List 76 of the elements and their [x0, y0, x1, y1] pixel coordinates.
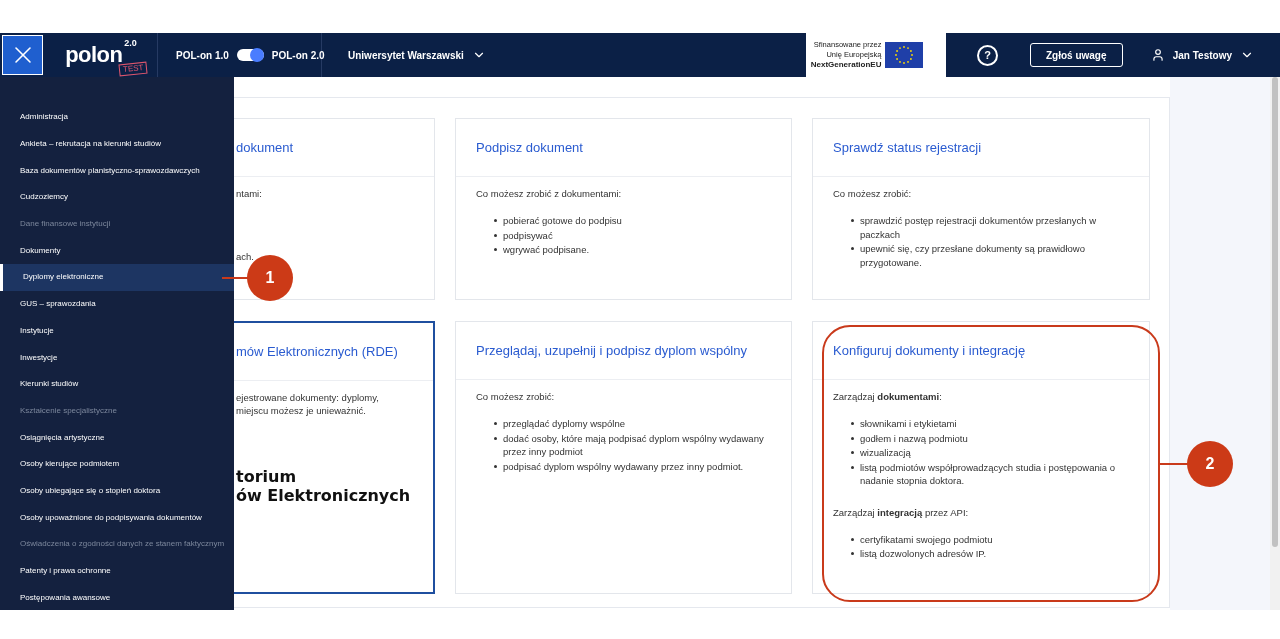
- bullet-icon: [851, 537, 854, 541]
- card[interactable]: mów Elektronicznych (RDE) ejestrowane dokumenty: dyplomy, miejscu możesz je unieważnić. torium ów Elektronicznych: [234, 321, 435, 594]
- scrollbar[interactable]: [1270, 77, 1280, 610]
- card-text: ntami:: [236, 187, 263, 200]
- card-title[interactable]: Podpisz dokument: [476, 137, 583, 158]
- menu-item[interactable]: Ankieta – rekrutacja na kierunki studiów: [0, 130, 234, 158]
- bullet-icon: [851, 422, 854, 425]
- help-button[interactable]: ?: [977, 44, 999, 66]
- card-text: Co możesz zrobić:: [833, 187, 913, 200]
- logo-text: ów Elektronicznych: [236, 486, 412, 505]
- card-title[interactable]: mów Elektronicznych (RDE): [236, 341, 398, 362]
- menu-item[interactable]: Administracja: [0, 104, 234, 131]
- card-text: Co możesz zrobić:: [476, 390, 556, 403]
- menu-item[interactable]: Postępowania awansowe: [0, 584, 234, 612]
- menu-item[interactable]: Inwestycje: [0, 344, 234, 371]
- menu-item[interactable]: Osiągnięcia artystyczne: [0, 424, 234, 451]
- card[interactable]: [455, 321, 792, 594]
- card-title[interactable]: dokument: [236, 137, 294, 158]
- menu-item[interactable]: Instytucje: [0, 317, 234, 345]
- menu-item[interactable]: Patenty i prawa ochronne: [0, 557, 234, 585]
- bullet-icon: [851, 219, 854, 222]
- leader-line: [1160, 463, 1188, 465]
- bullet-icon: [851, 451, 854, 454]
- list-item: wgrywać podpisane.: [503, 243, 590, 257]
- list-item: godłem i nazwą podmiotu: [860, 431, 968, 445]
- user-menu[interactable]: Jan Testowy: [1122, 33, 1280, 77]
- card-title[interactable]: Konfiguruj dokumenty i integrację: [833, 340, 1026, 361]
- version-label: POL-on 1.0: [176, 48, 229, 63]
- card-text: ach.: [236, 250, 255, 263]
- feedback-button[interactable]: Zgłoś uwagę: [1029, 43, 1123, 67]
- card[interactable]: Podpisz dokument Co możesz zrobić z dokumentami: pobierać gotowe do podpisu podpisywać wgrywać podpisane.: [455, 118, 792, 300]
- bullet-icon: [494, 422, 497, 425]
- card-title[interactable]: Sprawdź status rejestracji: [833, 137, 982, 158]
- funding-text: NextGenerationEU: [810, 60, 882, 70]
- list-item: podpisywać: [503, 228, 553, 242]
- bullet-icon: [851, 465, 854, 469]
- close-menu-button[interactable]: [2, 35, 43, 75]
- bullet-icon: [494, 464, 497, 468]
- version-label: POL-on 2.0: [271, 48, 325, 63]
- card[interactable]: Sprawdź status rejestracji Co możesz zrobić: sprawdzić postęp rejestracji dokumentów przesłanych w paczkach upewnić się, czy przesłane dokumenty są prawidłowo przygotowane.: [812, 118, 1150, 300]
- menu-item[interactable]: Osoby ubiegające się o stopień doktora: [0, 477, 234, 505]
- menu-item[interactable]: Baza dokumentów planistyczno-sprawozdawczych: [0, 157, 234, 185]
- menu-item[interactable]: Dokumenty: [0, 237, 234, 265]
- logo-text: torium: [236, 467, 298, 486]
- list-item: słownikami i etykietami: [860, 417, 957, 431]
- menu-item[interactable]: Osoby upoważnione do podpisywania dokumentów: [0, 504, 234, 531]
- card-text: Zarządzaj integracją przez API:: [833, 505, 970, 519]
- flag-icon: [885, 42, 924, 68]
- list-item: listą dozwolonych adresów IP.: [860, 547, 987, 561]
- list-item: listą podmiotów współprowadzących studia i postępowania o nadanie stopnia doktora.: [860, 460, 1117, 488]
- card-text: ejestrowane dokumenty: dyplomy,: [236, 391, 380, 404]
- menu-item[interactable]: Kierunki studiów: [0, 370, 234, 398]
- bullet-icon: [494, 248, 497, 251]
- list-item: wizualizacją: [860, 446, 911, 460]
- bullet-icon: [494, 219, 497, 222]
- list-item: przeglądać dyplomy wspólne: [503, 417, 625, 431]
- bullet-icon: [851, 436, 854, 440]
- user-icon: [1150, 48, 1165, 62]
- card-text: miejscu możesz je unieważnić.: [236, 404, 367, 417]
- list-item: podpisać dyplom wspólny wydawany przez inny podmiot.: [503, 459, 744, 473]
- menu-item[interactable]: Dyplomy elektroniczne: [0, 264, 234, 291]
- bullet-icon: [851, 247, 854, 250]
- version-switch[interactable]: [236, 48, 264, 62]
- bullet-icon: [494, 436, 497, 440]
- menu-item[interactable]: Cudzoziemcy: [0, 184, 234, 211]
- version-label: 2.0: [124, 38, 137, 48]
- card-text: Zarządzaj dokumentami:: [833, 390, 943, 403]
- list-item: pobierać gotowe do podpisu: [503, 214, 622, 228]
- bullet-icon: [494, 233, 497, 237]
- bullet-icon: [851, 552, 854, 555]
- card-text: Co możesz zrobić z dokumentami:: [476, 187, 623, 200]
- card-title[interactable]: Przeglądaj, uzupełnij i podpisz dyplom wspólny: [476, 340, 747, 361]
- menu-item[interactable]: GUS – sprawozdania: [0, 290, 234, 318]
- menu-item[interactable]: Osoby kierujące podmiotem: [0, 450, 234, 478]
- list-item: certyfikatami swojego podmiotu: [860, 532, 993, 546]
- list-item: upewnić się, czy przesłane dokumenty są prawidłowo przygotowane.: [860, 242, 1086, 269]
